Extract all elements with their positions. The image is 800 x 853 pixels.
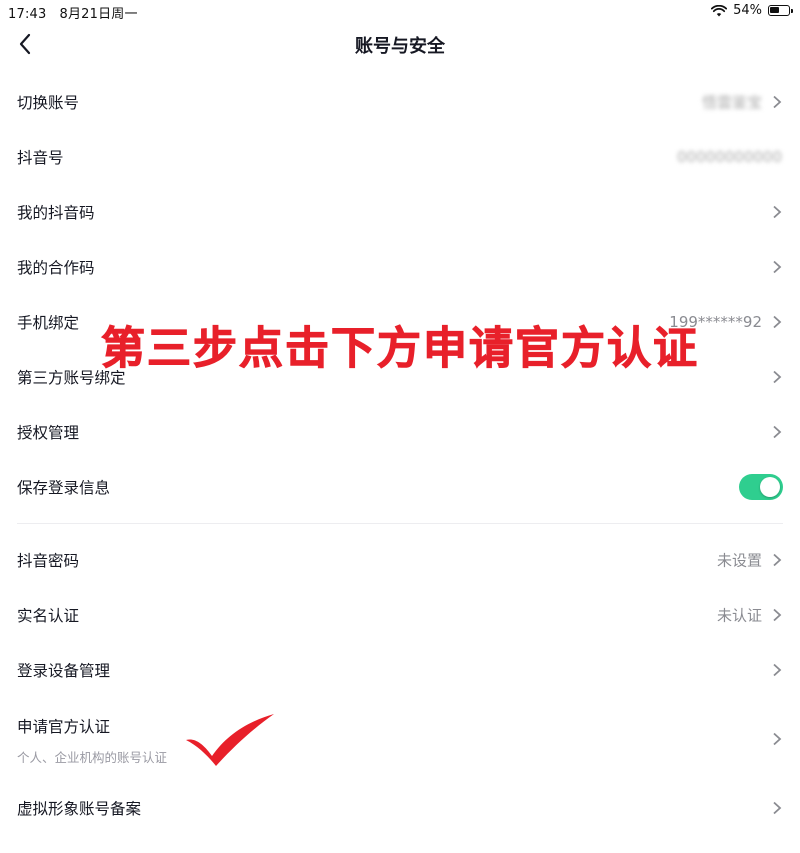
row-cooperation-code[interactable]: 我的合作码 <box>0 240 800 294</box>
row-label: 申请官方认证 <box>17 718 111 736</box>
row-label: 手机绑定 <box>17 314 80 332</box>
row-device-management[interactable]: 登录设备管理 <box>0 643 800 697</box>
row-save-login: 保存登录信息 <box>0 460 800 514</box>
status-date: 8月21日周一 <box>59 7 138 22</box>
row-label: 保存登录信息 <box>17 479 111 497</box>
status-right: 54% <box>711 3 793 18</box>
chevron-right-icon <box>773 315 782 329</box>
battery-level <box>770 7 780 13</box>
status-bar: 17:43 8月21日周一 54% <box>0 0 800 22</box>
row-value: 悟雲鉴宝 <box>701 93 762 112</box>
toggle-knob <box>760 477 780 497</box>
row-official-verification[interactable]: 申请官方认证 个人、企业机构的账号认证 <box>0 705 800 773</box>
row-value: 未认证 <box>716 606 762 625</box>
wifi-icon <box>711 4 728 16</box>
row-label: 抖音号 <box>17 149 64 167</box>
chevron-right-icon <box>773 553 782 567</box>
status-left: 17:43 8月21日周一 <box>8 3 138 22</box>
row-value: 199******92 <box>669 313 762 331</box>
chevron-right-icon <box>773 608 782 622</box>
chevron-right-icon <box>773 801 782 815</box>
battery-icon <box>768 5 793 16</box>
row-value: 未设置 <box>716 551 762 570</box>
row-douyin-id[interactable]: 抖音号 00000000000 <box>0 130 800 184</box>
chevron-right-icon <box>773 732 782 746</box>
row-phone-binding[interactable]: 手机绑定 199******92 <box>0 295 800 349</box>
row-label: 授权管理 <box>17 424 80 442</box>
section-divider <box>17 523 783 524</box>
chevron-right-icon <box>773 205 782 219</box>
row-virtual-avatar-filing[interactable]: 虚拟形象账号备案 <box>0 781 800 835</box>
row-label: 实名认证 <box>17 607 80 625</box>
row-value: 00000000000 <box>677 148 782 166</box>
chevron-right-icon <box>773 425 782 439</box>
row-my-qrcode[interactable]: 我的抖音码 <box>0 185 800 239</box>
chevron-right-icon <box>773 95 782 109</box>
page-title: 账号与安全 <box>355 36 445 57</box>
row-third-party-binding[interactable]: 第三方账号绑定 <box>0 350 800 404</box>
row-label: 登录设备管理 <box>17 662 111 680</box>
row-subtitle: 个人、企业机构的账号认证 <box>17 750 168 765</box>
row-label: 我的抖音码 <box>17 204 95 222</box>
row-authorization[interactable]: 授权管理 <box>0 405 800 459</box>
row-label: 第三方账号绑定 <box>17 369 126 387</box>
chevron-right-icon <box>773 370 782 384</box>
chevron-right-icon <box>773 260 782 274</box>
row-label: 切换账号 <box>17 94 80 112</box>
battery-percent: 54% <box>733 3 762 18</box>
status-time: 17:43 <box>8 7 47 22</box>
row-label: 我的合作码 <box>17 259 95 277</box>
row-label: 虚拟形象账号备案 <box>17 800 142 818</box>
row-label: 抖音密码 <box>17 552 80 570</box>
row-switch-account[interactable]: 切换账号 悟雲鉴宝 <box>0 75 800 129</box>
nav-bar: 账号与安全 <box>0 22 800 66</box>
row-real-name[interactable]: 实名认证 未认证 <box>0 588 800 642</box>
row-password[interactable]: 抖音密码 未设置 <box>0 533 800 587</box>
save-login-toggle[interactable] <box>739 474 783 500</box>
chevron-right-icon <box>773 663 782 677</box>
